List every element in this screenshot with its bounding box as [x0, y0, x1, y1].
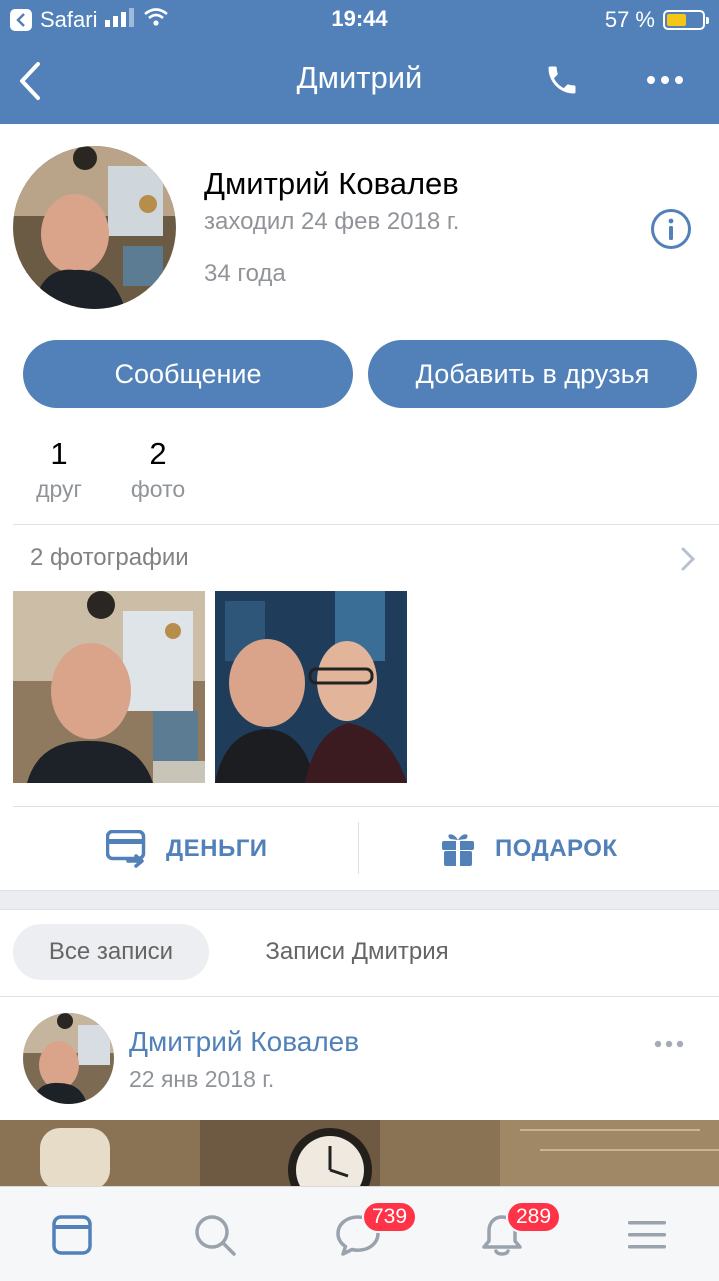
tab-all-posts[interactable]: Все записи: [13, 924, 209, 980]
page-title: Дмитрий: [296, 60, 423, 95]
more-button[interactable]: [642, 58, 688, 102]
battery-icon: [663, 10, 709, 30]
add-friend-button[interactable]: Добавить в друзья: [368, 340, 697, 408]
call-button[interactable]: [540, 58, 584, 102]
feed-icon: [52, 1215, 92, 1255]
profile-info-button[interactable]: [650, 208, 692, 250]
menu-icon: [628, 1221, 666, 1249]
post-more-button[interactable]: [650, 1030, 690, 1058]
phone-icon: [548, 66, 576, 94]
last-seen: заходил 24 фев 2018 г.: [204, 208, 460, 235]
tab-menu[interactable]: [619, 1207, 675, 1263]
photo-thumbnail[interactable]: [215, 591, 407, 783]
search-icon: [195, 1215, 236, 1256]
gift-icon: [442, 834, 474, 867]
battery-text: 57 %: [604, 7, 655, 32]
messages-badge: 739: [362, 1201, 418, 1233]
message-button[interactable]: Сообщение: [23, 340, 353, 408]
photo-thumbnail[interactable]: [13, 591, 205, 783]
divider: [0, 996, 719, 997]
post-date: 22 янв 2018 г.: [129, 1066, 275, 1092]
photos-label: фото: [130, 476, 186, 502]
photos-count: 2: [149, 436, 167, 471]
friends-count: 1: [50, 436, 68, 471]
info-icon: [651, 209, 691, 249]
post-author-name[interactable]: Дмитрий Ковалев: [129, 1026, 359, 1058]
photos-counter[interactable]: 2 фото: [113, 436, 203, 503]
profile-name: Дмитрий Ковалев: [204, 166, 459, 201]
gift-label: ПОДАРОК: [495, 835, 618, 862]
post-author-avatar[interactable]: [23, 1013, 114, 1104]
friends-counter[interactable]: 1 друг: [14, 436, 104, 503]
chevron-right-icon[interactable]: [678, 546, 698, 572]
status-battery: 57 %: [604, 6, 709, 34]
money-transfer-icon: [106, 830, 146, 868]
notifications-badge: 289: [506, 1201, 562, 1233]
money-label: ДЕНЬГИ: [166, 835, 268, 862]
divider: [13, 806, 719, 807]
divider: [13, 524, 719, 525]
gift-button[interactable]: ПОДАРОК: [441, 826, 618, 872]
profile-avatar[interactable]: [13, 146, 176, 309]
photos-section-header[interactable]: 2 фотографии: [30, 544, 189, 572]
post-photo[interactable]: [0, 1120, 719, 1190]
tab-feed[interactable]: [44, 1207, 100, 1263]
section-separator: [0, 890, 719, 910]
money-button[interactable]: ДЕНЬГИ: [106, 826, 268, 872]
tab-owner-posts[interactable]: Записи Дмитрия: [228, 924, 486, 980]
more-horizontal-icon: [647, 76, 683, 84]
more-horizontal-icon: [654, 1040, 684, 1048]
profile-age: 34 года: [204, 260, 286, 287]
divider: [358, 822, 359, 874]
tab-search[interactable]: [187, 1207, 243, 1263]
friends-label: друг: [36, 476, 82, 502]
